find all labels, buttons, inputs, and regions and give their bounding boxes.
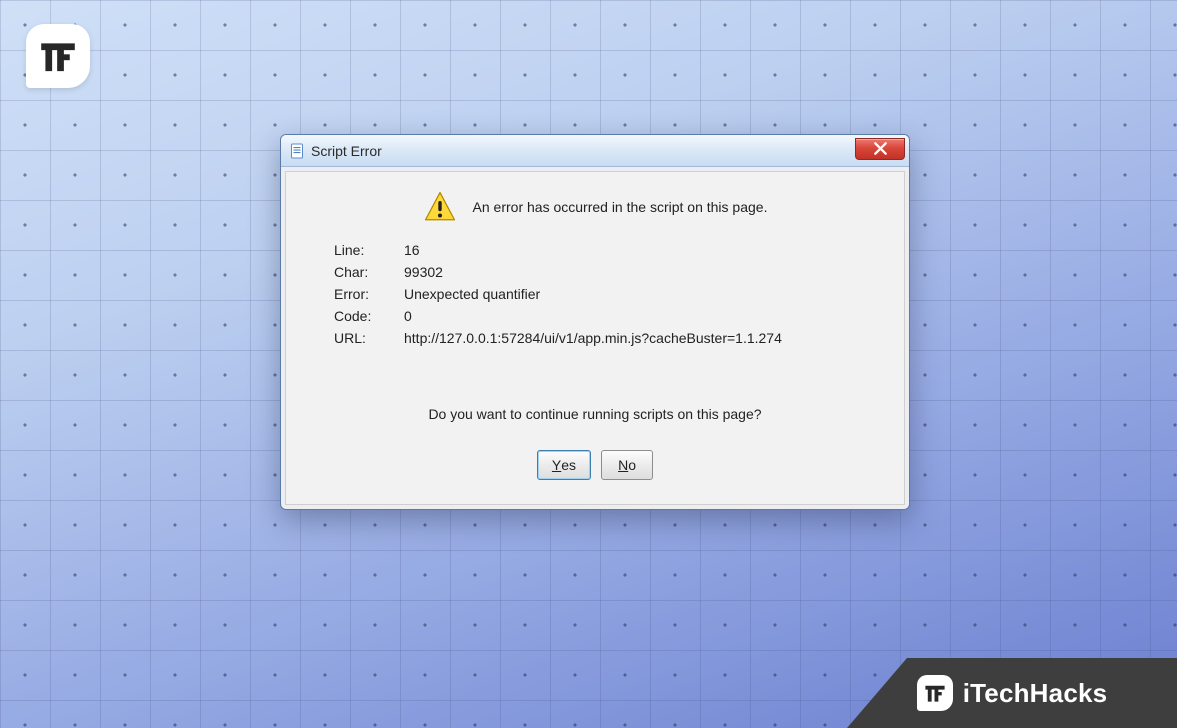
value-line: 16 — [404, 242, 878, 258]
no-button[interactable]: No — [601, 450, 653, 480]
error-headline-row: An error has occurred in the script on t… — [312, 190, 878, 224]
warning-icon — [423, 190, 457, 224]
close-icon — [874, 142, 887, 155]
close-button[interactable] — [855, 138, 905, 160]
value-code: 0 — [404, 308, 878, 324]
value-error: Unexpected quantifier — [404, 286, 878, 302]
continue-question: Do you want to continue running scripts … — [312, 406, 878, 422]
brand-name: iTechHacks — [963, 678, 1108, 709]
brand-logo-small — [917, 675, 953, 711]
yes-button[interactable]: Yes — [537, 450, 591, 480]
itechhacks-logo-icon — [923, 681, 947, 705]
dialog-body: An error has occurred in the script on t… — [285, 171, 905, 505]
dialog-button-row: Yes No — [312, 450, 878, 480]
label-error: Error: — [334, 286, 394, 302]
error-headline: An error has occurred in the script on t… — [473, 199, 768, 215]
label-code: Code: — [334, 308, 394, 324]
error-details: Line: 16 Char: 99302 Error: Unexpected q… — [334, 242, 878, 346]
label-char: Char: — [334, 264, 394, 280]
label-line: Line: — [334, 242, 394, 258]
brand-logo-corner — [26, 24, 90, 88]
dialog-title: Script Error — [311, 143, 855, 159]
dialog-titlebar[interactable]: Script Error — [281, 135, 909, 167]
value-url: http://127.0.0.1:57284/ui/v1/app.min.js?… — [404, 330, 878, 346]
label-url: URL: — [334, 330, 394, 346]
document-icon — [289, 143, 305, 159]
script-error-dialog: Script Error An error has occurred in th… — [280, 134, 910, 510]
value-char: 99302 — [404, 264, 878, 280]
itechhacks-logo-icon — [37, 35, 79, 77]
